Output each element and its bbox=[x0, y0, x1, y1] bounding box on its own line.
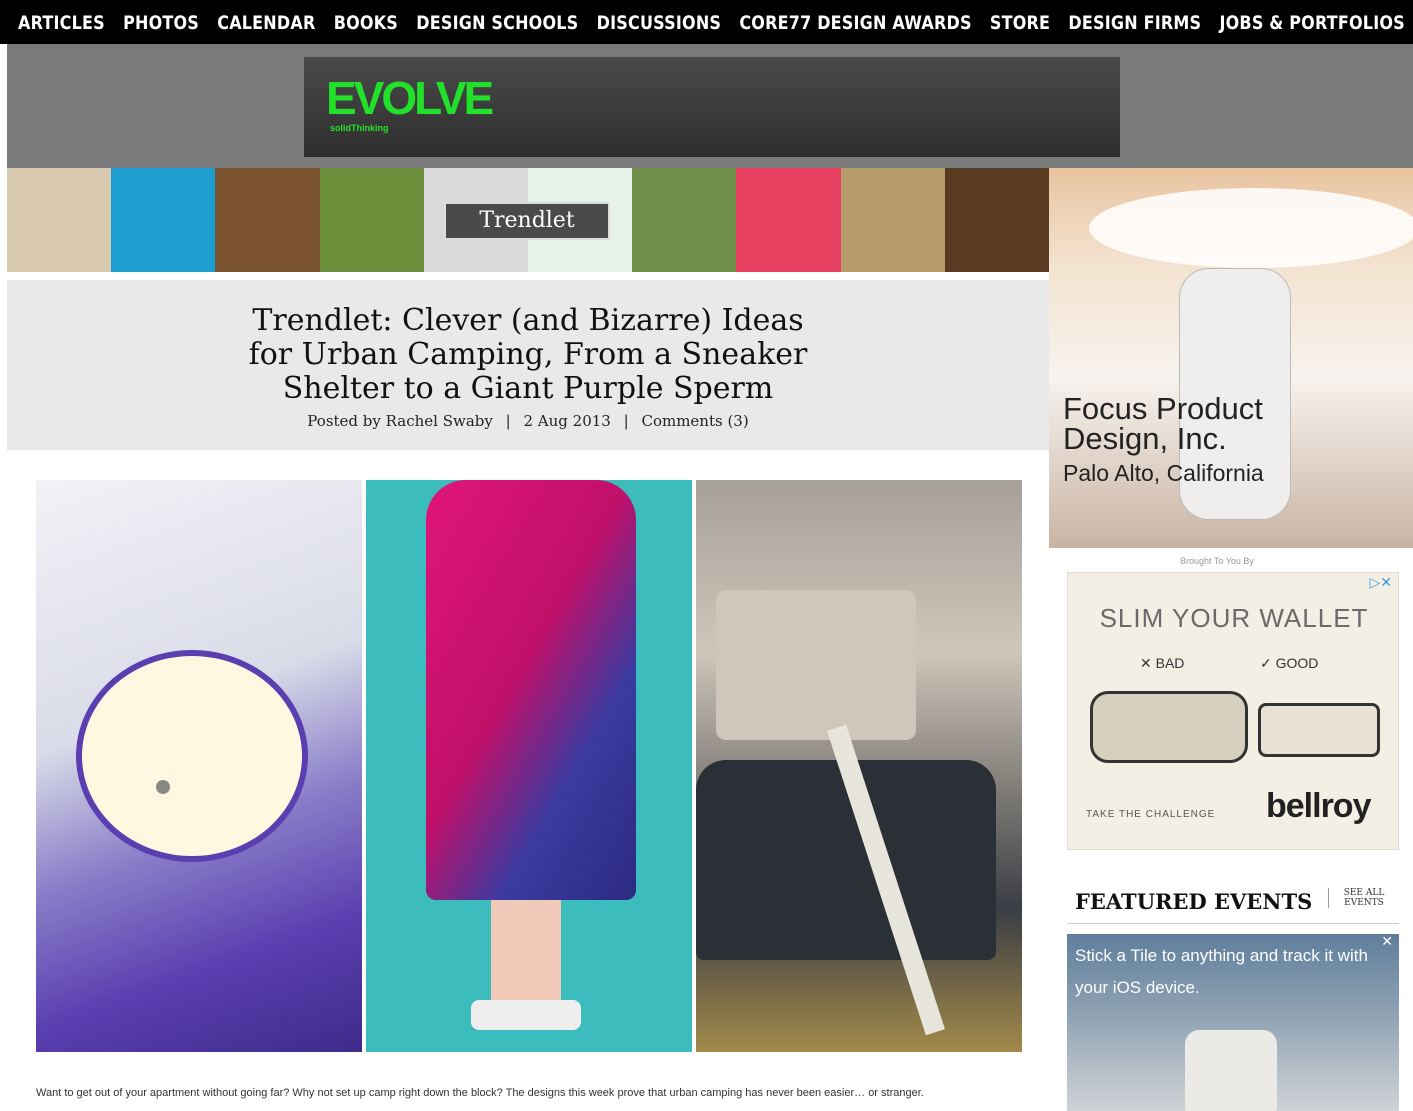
article-intro: Want to get out of your apartment withou… bbox=[36, 1087, 924, 1099]
bellroy-wallet-ad[interactable]: ▷✕ SLIM YOUR WALLET ✕ BAD ✓ GOOD TAKE TH… bbox=[1067, 572, 1399, 850]
sleeping-bag-shape bbox=[426, 480, 636, 900]
trendlet-label[interactable]: Trendlet bbox=[444, 202, 610, 240]
legs-shape bbox=[491, 900, 561, 1010]
wallet-ad-title: SLIM YOUR WALLET bbox=[1099, 603, 1369, 633]
hero-photo-purple-pod bbox=[36, 480, 362, 1052]
featured-events-header: FEATURED EVENTS SEE ALL EVENTS bbox=[1067, 880, 1399, 924]
evolve-logo: EVOLVE bbox=[326, 72, 494, 124]
tile-ad-text: Stick a Tile to anything and track it wi… bbox=[1075, 946, 1368, 997]
wallet-good-label: ✓ GOOD bbox=[1260, 655, 1319, 671]
wallet-bad-label: ✕ BAD bbox=[1140, 655, 1185, 671]
thumb-7[interactable] bbox=[736, 168, 841, 272]
thumb-2[interactable] bbox=[215, 168, 320, 272]
nav-calendar[interactable]: CALENDAR bbox=[217, 11, 315, 33]
thumb-0[interactable] bbox=[7, 168, 112, 272]
thick-wallet-illustration bbox=[1090, 691, 1248, 763]
nav-books[interactable]: BOOKS bbox=[334, 11, 398, 33]
wallet-challenge-text: TAKE THE CHALLENGE bbox=[1086, 809, 1216, 820]
bellroy-logo: bellroy bbox=[1266, 787, 1371, 825]
hero-photo-sleeping-bag bbox=[366, 480, 692, 1052]
hero-photo-car-tent bbox=[696, 480, 1022, 1052]
featured-events-title: FEATURED EVENTS bbox=[1075, 889, 1313, 914]
byline-separator: | bbox=[623, 412, 629, 430]
adchoices-close-icon[interactable]: ▷✕ bbox=[1370, 575, 1393, 591]
nav-design-schools[interactable]: DESIGN SCHOOLS bbox=[416, 11, 578, 33]
nav-jobs-portfolios[interactable]: JOBS & PORTFOLIOS bbox=[1219, 11, 1404, 33]
byline-date: 2 Aug 2013 bbox=[523, 412, 611, 430]
close-icon[interactable]: ✕ bbox=[1381, 934, 1393, 950]
nav-articles[interactable]: ARTICLES bbox=[18, 11, 105, 33]
nav-discussions[interactable]: DISCUSSIONS bbox=[597, 11, 722, 33]
article-title-text: Trendlet: Clever (and Bizarre) Ideas for … bbox=[248, 303, 808, 406]
article-byline: Posted by Rachel Swaby | 2 Aug 2013 | Co… bbox=[7, 412, 1049, 430]
tile-tracker-ad[interactable]: Stick a Tile to anything and track it wi… bbox=[1067, 934, 1399, 1111]
thumb-1[interactable] bbox=[111, 168, 216, 272]
sneakers-shape bbox=[471, 1000, 581, 1030]
evolve-sub-brand: solidThinking bbox=[330, 123, 389, 133]
see-all-events-link[interactable]: SEE ALL EVENTS bbox=[1328, 888, 1393, 908]
pod-shell-shape bbox=[76, 650, 308, 862]
article-header: Trendlet: Clever (and Bizarre) Ideas for … bbox=[7, 280, 1049, 450]
thumb-8[interactable] bbox=[840, 168, 945, 272]
focus-ad-location: Palo Alto, California bbox=[1063, 460, 1264, 486]
thumb-3[interactable] bbox=[319, 168, 424, 272]
nav-photos[interactable]: PHOTOS bbox=[123, 11, 199, 33]
thumb-9[interactable] bbox=[944, 168, 1050, 272]
focus-product-design-ad[interactable]: Focus Product Design, Inc. Palo Alto, Ca… bbox=[1049, 168, 1413, 548]
top-nav: ARTICLES PHOTOS CALENDAR BOOKS DESIGN SC… bbox=[0, 0, 1413, 44]
byline-author[interactable]: Posted by Rachel Swaby bbox=[307, 412, 493, 430]
roof-tent-shape bbox=[716, 590, 916, 740]
byline-comments[interactable]: Comments (3) bbox=[641, 412, 748, 430]
ceiling-ring-shape bbox=[1089, 188, 1413, 268]
article-title: Trendlet: Clever (and Bizarre) Ideas for … bbox=[7, 304, 1049, 406]
evolve-banner-ad[interactable]: EVOLVE solidThinking bbox=[304, 57, 1120, 157]
focus-ad-title: Focus Product Design, Inc. bbox=[1063, 393, 1263, 456]
slim-wallet-illustration bbox=[1258, 703, 1380, 757]
hero-images bbox=[36, 480, 1022, 1052]
byline-separator: | bbox=[505, 412, 511, 430]
tile-device-shape bbox=[1185, 1030, 1277, 1111]
focus-line-2: Design, Inc. bbox=[1063, 421, 1227, 456]
thumb-6[interactable] bbox=[632, 168, 737, 272]
brought-to-you-by: Brought To You By bbox=[1180, 556, 1254, 566]
pod-hole-shape bbox=[156, 780, 170, 794]
nav-design-firms[interactable]: DESIGN FIRMS bbox=[1068, 11, 1201, 33]
nav-design-awards[interactable]: CORE77 DESIGN AWARDS bbox=[739, 11, 971, 33]
nav-store[interactable]: STORE bbox=[990, 11, 1050, 33]
